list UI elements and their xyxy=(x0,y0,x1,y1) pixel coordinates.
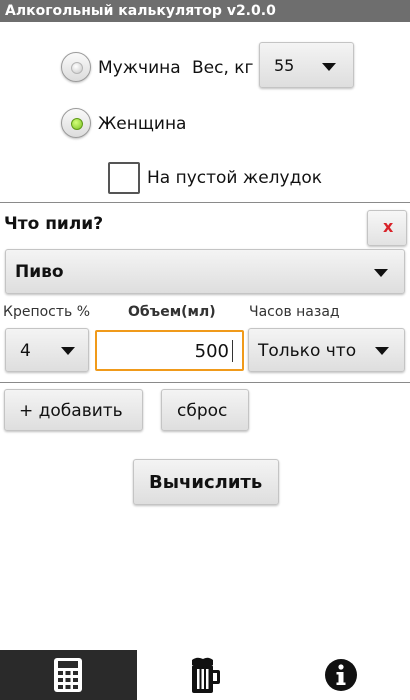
calculate-label: Вычислить xyxy=(149,472,263,493)
divider xyxy=(0,382,410,383)
hours-ago-select[interactable]: Только что xyxy=(248,328,405,372)
radio-indicator xyxy=(71,118,83,130)
app-title: Алкогольный калькулятор v2.0.0 xyxy=(0,0,410,22)
calculate-button[interactable]: Вычислить xyxy=(133,459,279,505)
strength-select[interactable]: 4 xyxy=(5,328,89,372)
drink-type-select[interactable]: Пиво xyxy=(5,249,405,294)
empty-stomach-checkbox[interactable] xyxy=(108,162,140,194)
empty-stomach-label: На пустой желудок xyxy=(147,168,323,188)
close-icon: x xyxy=(383,217,394,236)
hours-label: Часов назад xyxy=(249,304,340,320)
add-drink-label: + добавить xyxy=(19,401,123,421)
strength-label: Крепость % xyxy=(3,304,91,320)
weight-select[interactable]: 55 xyxy=(259,42,354,88)
tab-info[interactable] xyxy=(273,650,410,700)
strength-value: 4 xyxy=(20,341,31,361)
text-cursor xyxy=(232,340,233,362)
radio-indicator xyxy=(71,62,83,74)
reset-button[interactable]: сброс xyxy=(161,389,249,431)
female-radio[interactable] xyxy=(61,108,91,138)
chevron-down-icon xyxy=(61,347,75,355)
chevron-down-icon xyxy=(375,347,389,355)
add-drink-button[interactable]: + добавить xyxy=(4,389,143,431)
beer-mug-icon xyxy=(192,657,220,693)
male-label: Мужчина xyxy=(98,58,181,78)
remove-drink-button[interactable]: x xyxy=(367,210,407,246)
male-radio[interactable] xyxy=(61,52,91,82)
reset-label: сброс xyxy=(177,401,228,421)
female-label: Женщина xyxy=(98,114,187,134)
weight-label: Вес, кг xyxy=(192,58,254,78)
calculator-icon xyxy=(54,658,82,692)
chevron-down-icon xyxy=(322,63,336,71)
tab-calculator[interactable] xyxy=(0,650,137,700)
weight-value: 55 xyxy=(274,56,295,75)
volume-input[interactable]: 500 xyxy=(95,330,244,371)
drinks-heading: Что пили? xyxy=(4,214,104,234)
hours-ago-value: Только что xyxy=(258,341,357,361)
volume-label: Объем(мл) xyxy=(128,304,216,320)
tab-drinks[interactable] xyxy=(137,650,273,700)
info-icon xyxy=(325,659,357,691)
drink-type-value: Пиво xyxy=(15,262,64,282)
chevron-down-icon xyxy=(374,269,388,277)
divider xyxy=(0,202,410,203)
bottom-nav xyxy=(0,650,410,700)
volume-value: 500 xyxy=(194,341,229,362)
